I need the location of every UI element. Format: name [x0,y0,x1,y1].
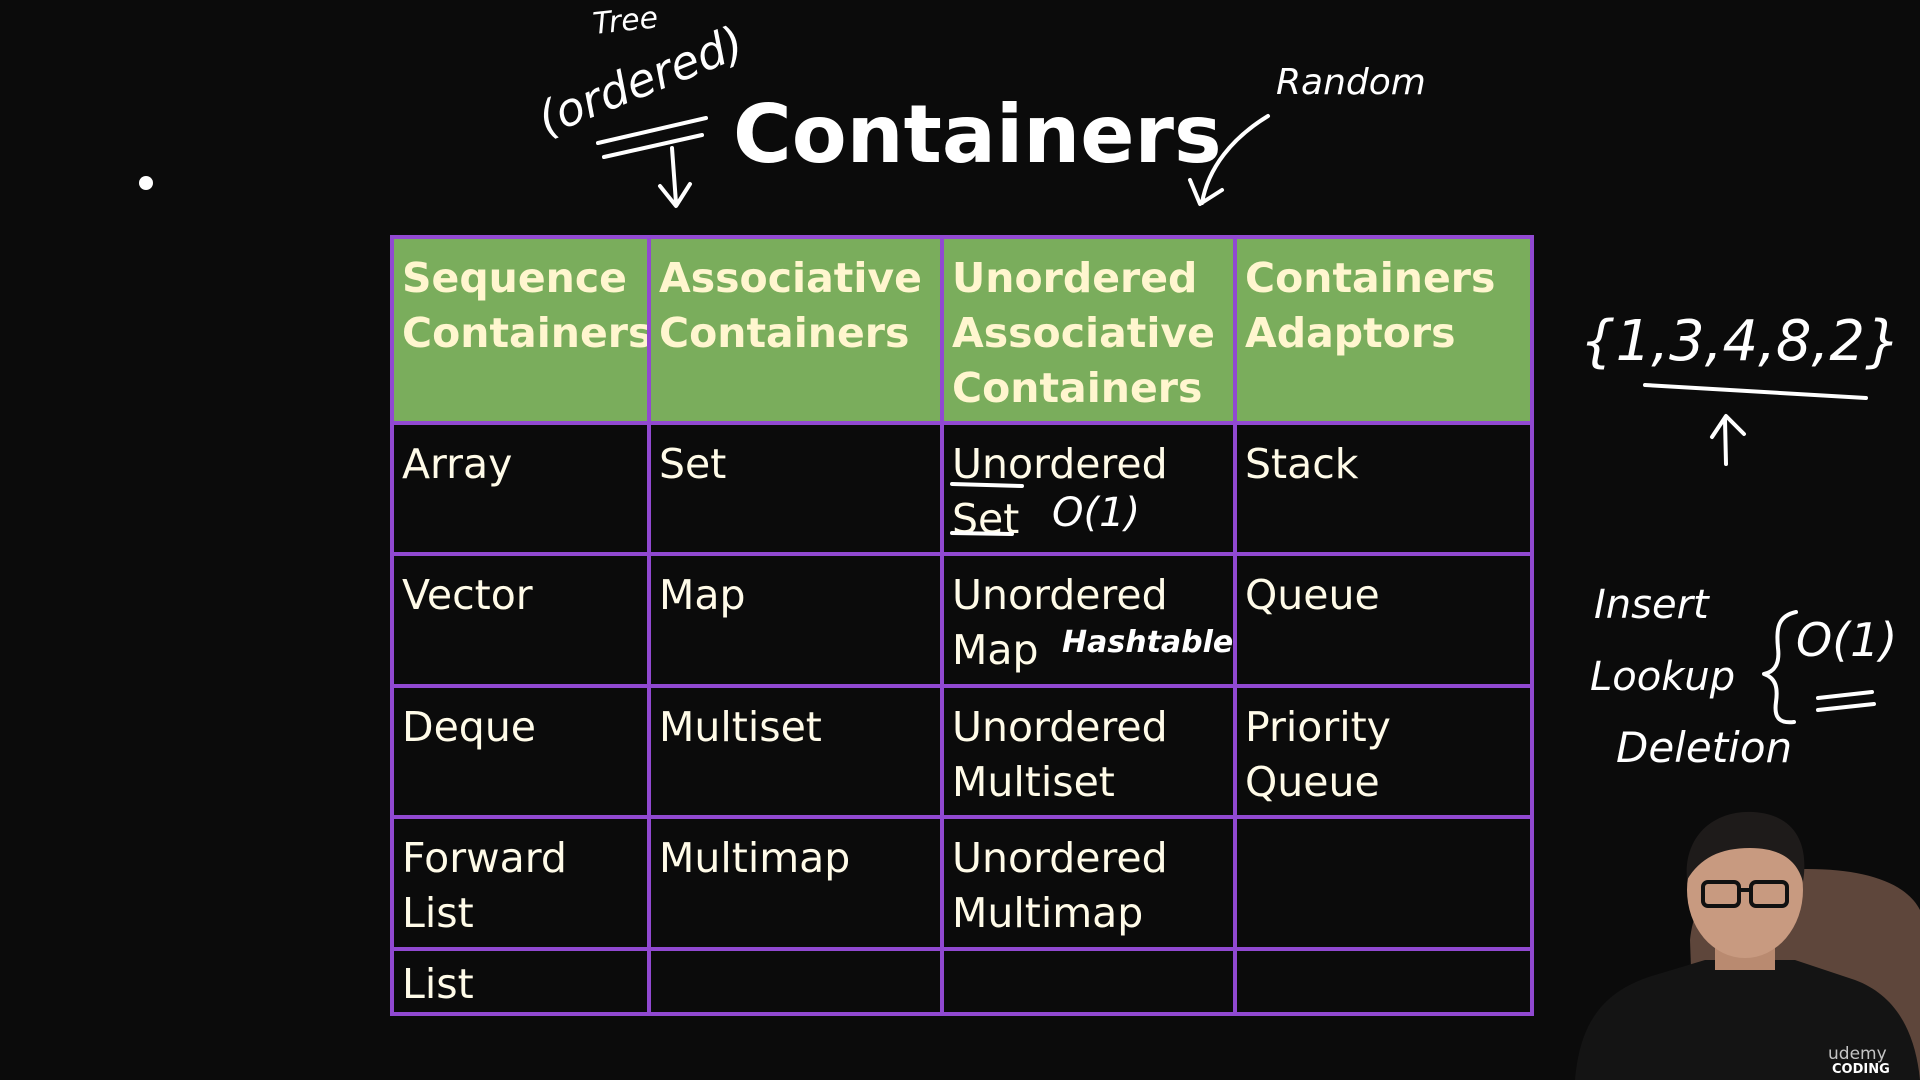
table-cell: Array [390,420,651,557]
table-cell: Deque [390,683,651,820]
table-cell: Queue [1233,552,1534,688]
table-cell: Unordered Set [940,420,1237,557]
presenter-webcam [1575,790,1920,1080]
header-unordered-associative-containers: Unordered Associative Containers [940,235,1237,425]
double-underline [1816,702,1876,712]
coding-watermark: CODING [1832,1062,1890,1077]
annotation-insert: Insert [1594,582,1710,628]
table-cell: Vector [390,552,651,688]
udemy-watermark: udemy [1828,1044,1887,1064]
table-cell: Priority Queue [1233,683,1534,820]
header-containers-adaptors: Containers Adaptors [1233,235,1534,425]
slide-title: Containers [733,88,1222,181]
table-row: List [390,946,1534,1017]
table-cell: Unordered Multiset [940,683,1237,820]
table-cell [940,946,1237,1017]
ordered-strike-line [602,133,704,159]
table-cell: Forward List [390,815,651,951]
table-cell: Multiset [647,683,944,820]
table-cell: Stack [1233,420,1534,557]
annotation-random: Random [1276,62,1426,103]
table-cell: List [390,946,651,1017]
table-row: Vector Map Unordered Map Queue [390,552,1534,688]
curly-brace-icon [1762,610,1798,725]
double-underline [1816,690,1874,700]
presenter-video [1575,811,1920,1080]
underline-stroke [1643,383,1868,400]
lecture-slide: Containers Sequence Containers Associati… [0,0,1920,1080]
table-cell: Set [647,420,944,557]
annotation-example-set: {1,3,4,8,2} [1580,309,1901,374]
down-arrow-icon [658,146,692,208]
header-associative-containers: Associative Containers [647,235,944,425]
annotation-lookup: Lookup [1590,654,1735,700]
pointer-dot [139,176,153,190]
table-cell: Unordered Multimap [940,815,1237,951]
table-cell [1233,946,1534,1017]
table-row: Array Set Unordered Set Stack [390,420,1534,557]
containers-table: Sequence Containers Associative Containe… [390,235,1534,1017]
annotation-ops-complexity: O(1) [1796,613,1897,667]
annotation-deletion: Deletion [1616,723,1792,772]
table-cell: Multimap [647,815,944,951]
table-cell [1233,815,1534,951]
header-sequence-containers: Sequence Containers [390,235,651,425]
ordered-strike-line [596,116,708,145]
table-cell [647,946,944,1017]
table-row: Forward List Multimap Unordered Multimap [390,815,1534,951]
table-row: Deque Multiset Unordered Multiset Priori… [390,683,1534,820]
annotation-ordered: (ordered) [530,15,751,146]
table-cell: Map [647,552,944,688]
annotation-tree: Tree [591,0,660,42]
table-header-row: Sequence Containers Associative Containe… [390,235,1534,425]
table-cell: Unordered Map [940,552,1237,688]
up-arrow-icon [1710,414,1746,466]
